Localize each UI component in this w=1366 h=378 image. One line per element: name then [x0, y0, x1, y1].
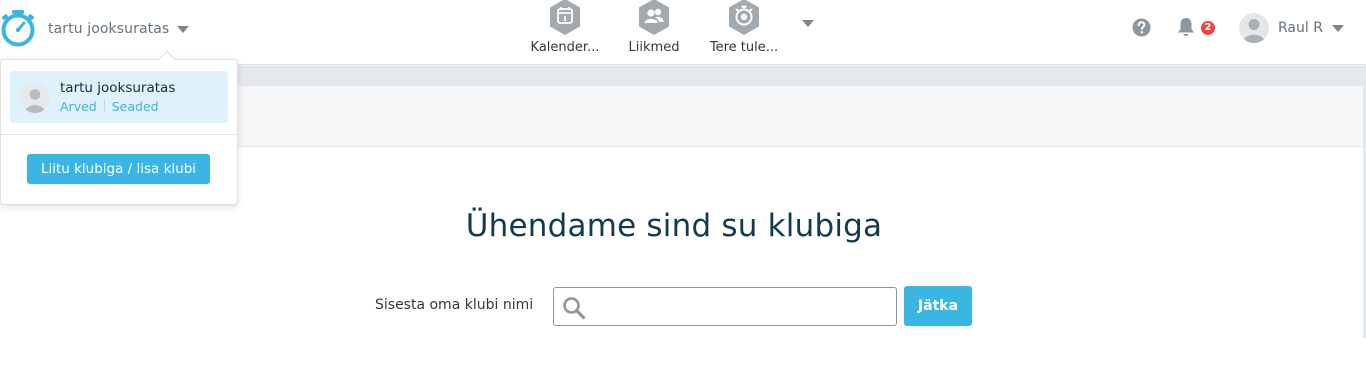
- top-bar: tartu jooksuratas Kalender... Liikmed Te…: [0, 0, 1366, 65]
- settings-link[interactable]: Seaded: [112, 99, 159, 114]
- nav-calendar-label: Kalender...: [530, 40, 600, 55]
- club-switcher[interactable]: tartu jooksuratas: [48, 19, 190, 39]
- notification-badge: 2: [1201, 21, 1215, 35]
- page-title: Ühendame sind su klubiga: [465, 208, 883, 244]
- club-name: tartu jooksuratas: [48, 21, 170, 37]
- invoices-link[interactable]: Arved: [60, 99, 97, 114]
- club-item-links: Arved Seaded: [60, 99, 159, 114]
- members-icon: [639, 0, 669, 35]
- link-separator: [103, 100, 105, 113]
- club-search-input[interactable]: [594, 290, 892, 323]
- nav-calendar[interactable]: Kalender...: [525, 0, 605, 62]
- nav-members-label: Liikmed: [628, 40, 680, 55]
- continue-button[interactable]: Jätka: [904, 286, 972, 326]
- stopwatch-icon: [729, 0, 759, 35]
- nav-welcome[interactable]: Tere tule...: [705, 0, 783, 62]
- search-label: Sisesta oma klubi nimi: [375, 297, 534, 313]
- user-silhouette-icon: [1243, 19, 1265, 43]
- nav-more-chevron-icon[interactable]: [802, 20, 814, 27]
- nav-welcome-label: Tere tule...: [709, 40, 779, 55]
- chevron-down-icon: [1331, 24, 1344, 32]
- user-name: Raul R: [1278, 20, 1323, 36]
- calendar-icon: [550, 0, 580, 35]
- bell-icon[interactable]: [1176, 16, 1196, 38]
- search-icon: [563, 297, 586, 320]
- help-icon[interactable]: [1132, 18, 1151, 37]
- club-item-title: tartu jooksuratas: [60, 80, 176, 96]
- club-search-field[interactable]: [553, 287, 897, 326]
- user-menu[interactable]: Raul R: [1239, 13, 1344, 43]
- dropdown-divider: [1, 134, 237, 135]
- stopwatch-logo-icon[interactable]: [0, 8, 36, 48]
- nav-members[interactable]: Liikmed: [620, 0, 688, 62]
- join-club-button[interactable]: Liitu klubiga / lisa klubi: [27, 154, 210, 184]
- avatar: [1239, 13, 1269, 43]
- chevron-down-icon: [177, 25, 190, 33]
- club-avatar: [20, 83, 50, 113]
- club-list-item[interactable]: tartu jooksuratas Arved Seaded: [10, 71, 228, 123]
- user-silhouette-icon: [25, 89, 45, 113]
